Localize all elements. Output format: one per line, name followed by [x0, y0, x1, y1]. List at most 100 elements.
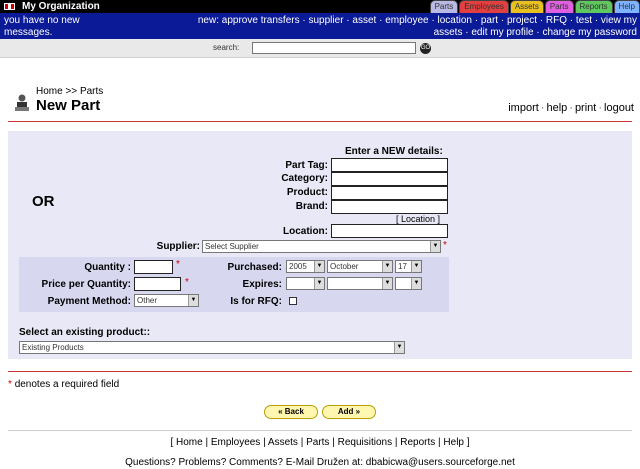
quick-nav-link[interactable]: employee	[385, 15, 428, 26]
quick-nav-link[interactable]: part	[481, 15, 498, 26]
chevron-down-icon: ▼	[314, 278, 324, 289]
divider	[8, 371, 632, 372]
supplier-select-value: Select Supplier	[205, 242, 259, 251]
parts-icon	[13, 93, 31, 113]
breadcrumb-home[interactable]: Home	[36, 86, 63, 97]
breadcrumb: Home >> Parts	[36, 86, 103, 97]
link-separator: |	[297, 437, 307, 448]
search-input[interactable]	[252, 42, 416, 54]
purchased-day-select[interactable]: 17 ▼	[395, 260, 422, 273]
quick-nav-link[interactable]: approve transfers	[222, 15, 300, 26]
purchased-month-select[interactable]: October ▼	[327, 260, 393, 273]
quick-nav-link[interactable]: change my password	[543, 27, 638, 38]
expires-label: Expires:	[242, 279, 282, 290]
existing-product-select[interactable]: Existing Products ▼	[19, 341, 405, 354]
rfq-checkbox[interactable]	[289, 297, 297, 305]
quick-nav-link[interactable]: test	[576, 15, 592, 26]
footer-link[interactable]: Home	[176, 437, 203, 448]
add-button[interactable]: Add »	[322, 405, 376, 419]
nav-separator: ·	[299, 15, 309, 26]
quick-nav-link[interactable]: assets	[434, 27, 463, 38]
footer-link[interactable]: Help	[443, 437, 464, 448]
help-link[interactable]: help	[546, 102, 567, 114]
module-tabs: Parts Employees Assets Parts Reports Help	[429, 0, 640, 13]
footer-link[interactable]: Reports	[400, 437, 435, 448]
breadcrumb-parts[interactable]: Parts	[80, 86, 103, 97]
search-go-button[interactable]: GO	[420, 43, 431, 54]
module-tab[interactable]: Assets	[509, 0, 544, 13]
link-separator: |	[202, 437, 211, 448]
module-tab[interactable]: Employees	[459, 0, 509, 13]
category-field[interactable]	[331, 172, 448, 186]
location-button[interactable]: [ Location ]	[396, 214, 440, 224]
search-label: search:	[213, 43, 240, 52]
chevron-down-icon: ▼	[188, 295, 198, 306]
quick-nav-link[interactable]: location	[437, 15, 471, 26]
required-marker: *	[185, 277, 189, 288]
payment-method-select[interactable]: Other ▼	[134, 294, 199, 307]
quick-nav-link[interactable]: asset	[352, 15, 376, 26]
purchased-day-value: 17	[398, 262, 407, 271]
footer-link[interactable]: Assets	[268, 437, 298, 448]
link-separator: |	[260, 437, 268, 448]
new-messages-notice[interactable]: you have no new messages.	[4, 15, 124, 39]
breadcrumb-separator: >>	[65, 86, 78, 97]
quick-nav: new: approve transfers · supplier · asse…	[117, 15, 637, 39]
rfq-label: Is for RFQ:	[230, 296, 282, 307]
footer-link[interactable]: Parts	[306, 437, 329, 448]
user-bar: you have no new messages. new: approve t…	[0, 13, 640, 39]
quick-nav-link[interactable]: supplier	[309, 15, 344, 26]
print-link[interactable]: print	[575, 102, 596, 114]
module-tab[interactable]: Reports	[574, 0, 613, 13]
module-tab[interactable]: Help	[613, 0, 640, 13]
payment-method-value: Other	[137, 296, 158, 305]
logout-link[interactable]: logout	[604, 102, 634, 114]
product-label: Product:	[286, 187, 328, 198]
required-marker: *	[176, 259, 180, 270]
page-title: New Part	[36, 97, 101, 114]
brand-label: Brand:	[295, 201, 328, 212]
location-field[interactable]	[331, 224, 448, 238]
existing-product-label: Select an existing product::	[19, 327, 151, 338]
footer-link[interactable]: Requisitions	[338, 437, 392, 448]
quick-nav-link[interactable]: edit my profile	[471, 27, 533, 38]
footer-link[interactable]: Employees	[211, 437, 260, 448]
footer-email-link[interactable]: dbabicwa@users.sourceforge.net	[366, 457, 515, 468]
location-label: Location:	[283, 226, 328, 237]
supplier-select[interactable]: Select Supplier ▼	[202, 240, 441, 253]
purchased-label: Purchased:	[227, 262, 282, 273]
expires-day-select[interactable]: ▼	[395, 277, 422, 290]
quick-nav-link[interactable]: RFQ	[546, 15, 567, 26]
chevron-down-icon: ▼	[382, 278, 392, 289]
expires-year-select[interactable]: ▼	[286, 277, 325, 290]
search-bar: search: GO	[0, 39, 640, 58]
module-tab[interactable]: Parts	[429, 0, 459, 13]
chevron-down-icon: ▼	[411, 261, 421, 272]
bracket: ]	[463, 437, 470, 448]
divider	[8, 121, 632, 122]
nav-separator: ·	[536, 15, 546, 26]
chevron-down-icon: ▼	[382, 261, 392, 272]
enter-new-heading: Enter a NEW details:	[345, 146, 443, 157]
quick-nav-link[interactable]: view my	[601, 15, 637, 26]
quantity-field[interactable]	[134, 260, 173, 274]
nav-separator: ·	[591, 15, 601, 26]
purchased-year-value: 2005	[289, 262, 307, 271]
price-per-quantity-field[interactable]	[134, 277, 181, 291]
part-tag-field[interactable]	[331, 158, 448, 172]
product-field[interactable]	[331, 186, 448, 200]
expires-month-select[interactable]: ▼	[327, 277, 393, 290]
module-tab[interactable]: Parts	[544, 0, 574, 13]
link-separator: ·	[598, 102, 603, 114]
existing-product-value: Existing Products	[22, 343, 84, 352]
import-link[interactable]: import	[508, 102, 539, 114]
quick-nav-link[interactable]: project	[507, 15, 537, 26]
payment-method-label: Payment Method:	[47, 296, 131, 307]
quick-nav-label: new:	[197, 15, 219, 26]
footer-nav: [ Home | Employees | Assets | Parts | Re…	[0, 437, 640, 448]
purchased-month-value: October	[330, 262, 359, 271]
purchased-year-select[interactable]: 2005 ▼	[286, 260, 325, 273]
brand-field[interactable]	[331, 200, 448, 214]
nav-separator: ·	[566, 15, 576, 26]
back-button[interactable]: « Back	[264, 405, 318, 419]
